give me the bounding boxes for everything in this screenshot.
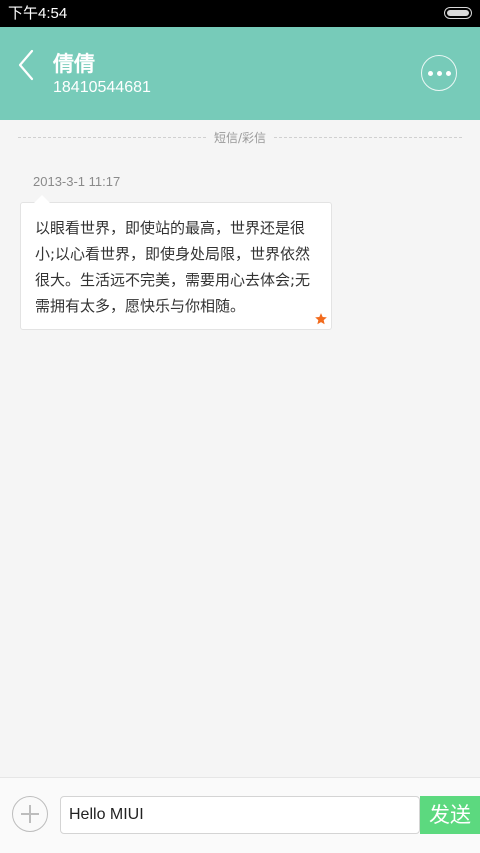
message-timestamp: 2013-3-1 11:17: [33, 174, 121, 189]
status-time: 下午4:54: [8, 5, 68, 22]
message-text: 以眼看世界，即使站的最高，世界还是很小;以心看世界，即使身处局限，世界依然很大。…: [35, 219, 311, 315]
divider-label: 短信/彩信: [213, 131, 267, 145]
message-type-divider: 短信/彩信: [18, 130, 462, 146]
plus-circle-icon[interactable]: [12, 796, 48, 832]
back-button[interactable]: [10, 45, 42, 85]
contact-number: 18410544681: [53, 79, 151, 96]
star-icon: [315, 313, 327, 325]
status-bar: 下午4:54: [0, 0, 480, 27]
more-dots-icon: [445, 70, 451, 76]
composer-bar: 发送: [0, 777, 480, 853]
battery-icon: [444, 7, 472, 19]
message-bubble[interactable]: 以眼看世界，即使站的最高，世界还是很小;以心看世界，即使身处局限，世界依然很大。…: [20, 202, 332, 330]
message-input[interactable]: [60, 796, 420, 834]
bubble-tail: [34, 195, 50, 203]
send-button[interactable]: 发送: [420, 796, 480, 834]
more-dots-icon: [436, 70, 442, 76]
conversation-header: 倩倩 18410544681: [0, 27, 480, 120]
more-options-button[interactable]: [421, 55, 457, 91]
divider-line: [274, 137, 462, 138]
contact-name: 倩倩: [53, 52, 95, 76]
chevron-left-icon: [18, 49, 34, 81]
battery-level: [447, 10, 469, 16]
more-dots-icon: [427, 70, 433, 76]
